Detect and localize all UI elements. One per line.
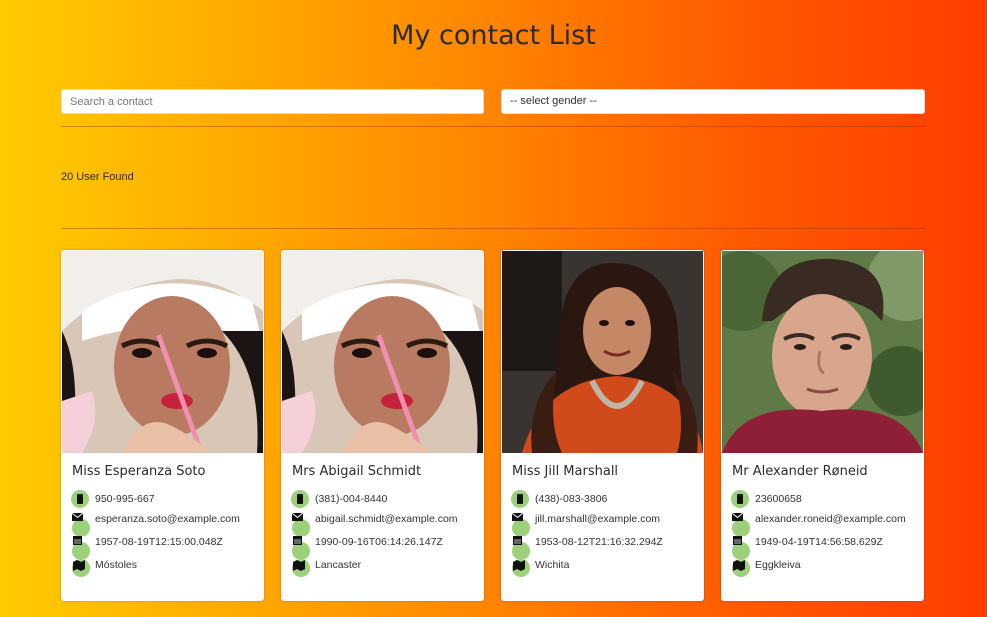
contact-name: Miss Esperanza Soto — [72, 464, 206, 479]
calendar-icon — [71, 533, 91, 560]
divider — [61, 228, 925, 229]
gender-select[interactable]: -- select gender -- — [501, 89, 925, 114]
phone-icon — [511, 490, 531, 510]
envelope-icon — [291, 510, 311, 537]
results-count: 20 User Found — [61, 171, 134, 183]
contact-email: alexander.roneid@example.com — [755, 513, 906, 525]
contact-photo — [502, 251, 703, 453]
contact-dob: 1949-04-19T14:56:58.629Z — [755, 536, 883, 548]
calendar-icon — [511, 533, 531, 560]
phone-icon — [71, 490, 91, 510]
envelope-icon — [511, 510, 531, 537]
envelope-icon — [731, 510, 751, 537]
search-input[interactable] — [61, 89, 484, 114]
contact-dob: 1957-08-19T12:15:00.048Z — [95, 536, 223, 548]
contact-name: Mr Alexander Røneid — [732, 464, 868, 479]
contact-photo — [722, 251, 923, 453]
contact-phone: (381)-004-8440 — [315, 493, 388, 505]
calendar-icon — [291, 533, 311, 560]
map-icon — [511, 556, 531, 577]
contact-name: Mrs Abigail Schmidt — [292, 464, 422, 479]
contact-phone: 23600658 — [755, 493, 802, 505]
contact-photo — [62, 251, 263, 453]
contact-email: esperanza.soto@example.com — [95, 513, 240, 525]
divider — [61, 126, 925, 127]
contact-card[interactable]: Mrs Abigail Schmidt (381)-004-8440 abiga… — [281, 250, 484, 601]
contact-city: Lancaster — [315, 559, 362, 571]
phone-icon — [731, 490, 751, 510]
contact-card[interactable]: Miss Jill Marshall (438)-083-3806 jill.m… — [501, 250, 704, 601]
contact-email: abigail.schmidt@example.com — [315, 513, 458, 525]
contact-card[interactable]: Miss Esperanza Soto 950-995-667 esperanz… — [61, 250, 264, 601]
map-icon — [291, 556, 311, 577]
contact-dob: 1990-09-16T06:14:26.147Z — [315, 536, 443, 548]
contact-photo — [282, 251, 483, 453]
map-icon — [731, 556, 751, 577]
calendar-icon — [731, 533, 751, 560]
page-title: My contact List — [391, 20, 596, 51]
contact-city: Wichita — [535, 559, 570, 571]
contact-phone: 950-995-667 — [95, 493, 155, 505]
phone-icon — [291, 490, 311, 510]
contact-city: Eggkleiva — [755, 559, 801, 571]
contact-name: Miss Jill Marshall — [512, 464, 619, 479]
gender-select-value: -- select gender -- — [510, 95, 597, 107]
envelope-icon — [71, 510, 91, 537]
contact-dob: 1953-08-12T21:16:32.294Z — [535, 536, 663, 548]
contact-card[interactable]: Mr Alexander Røneid 23600658 alexander.r… — [721, 250, 924, 601]
contact-city: Móstoles — [95, 559, 138, 571]
map-icon — [71, 556, 91, 577]
contact-phone: (438)-083-3806 — [535, 493, 608, 505]
contact-email: jill.marshall@example.com — [535, 513, 661, 525]
